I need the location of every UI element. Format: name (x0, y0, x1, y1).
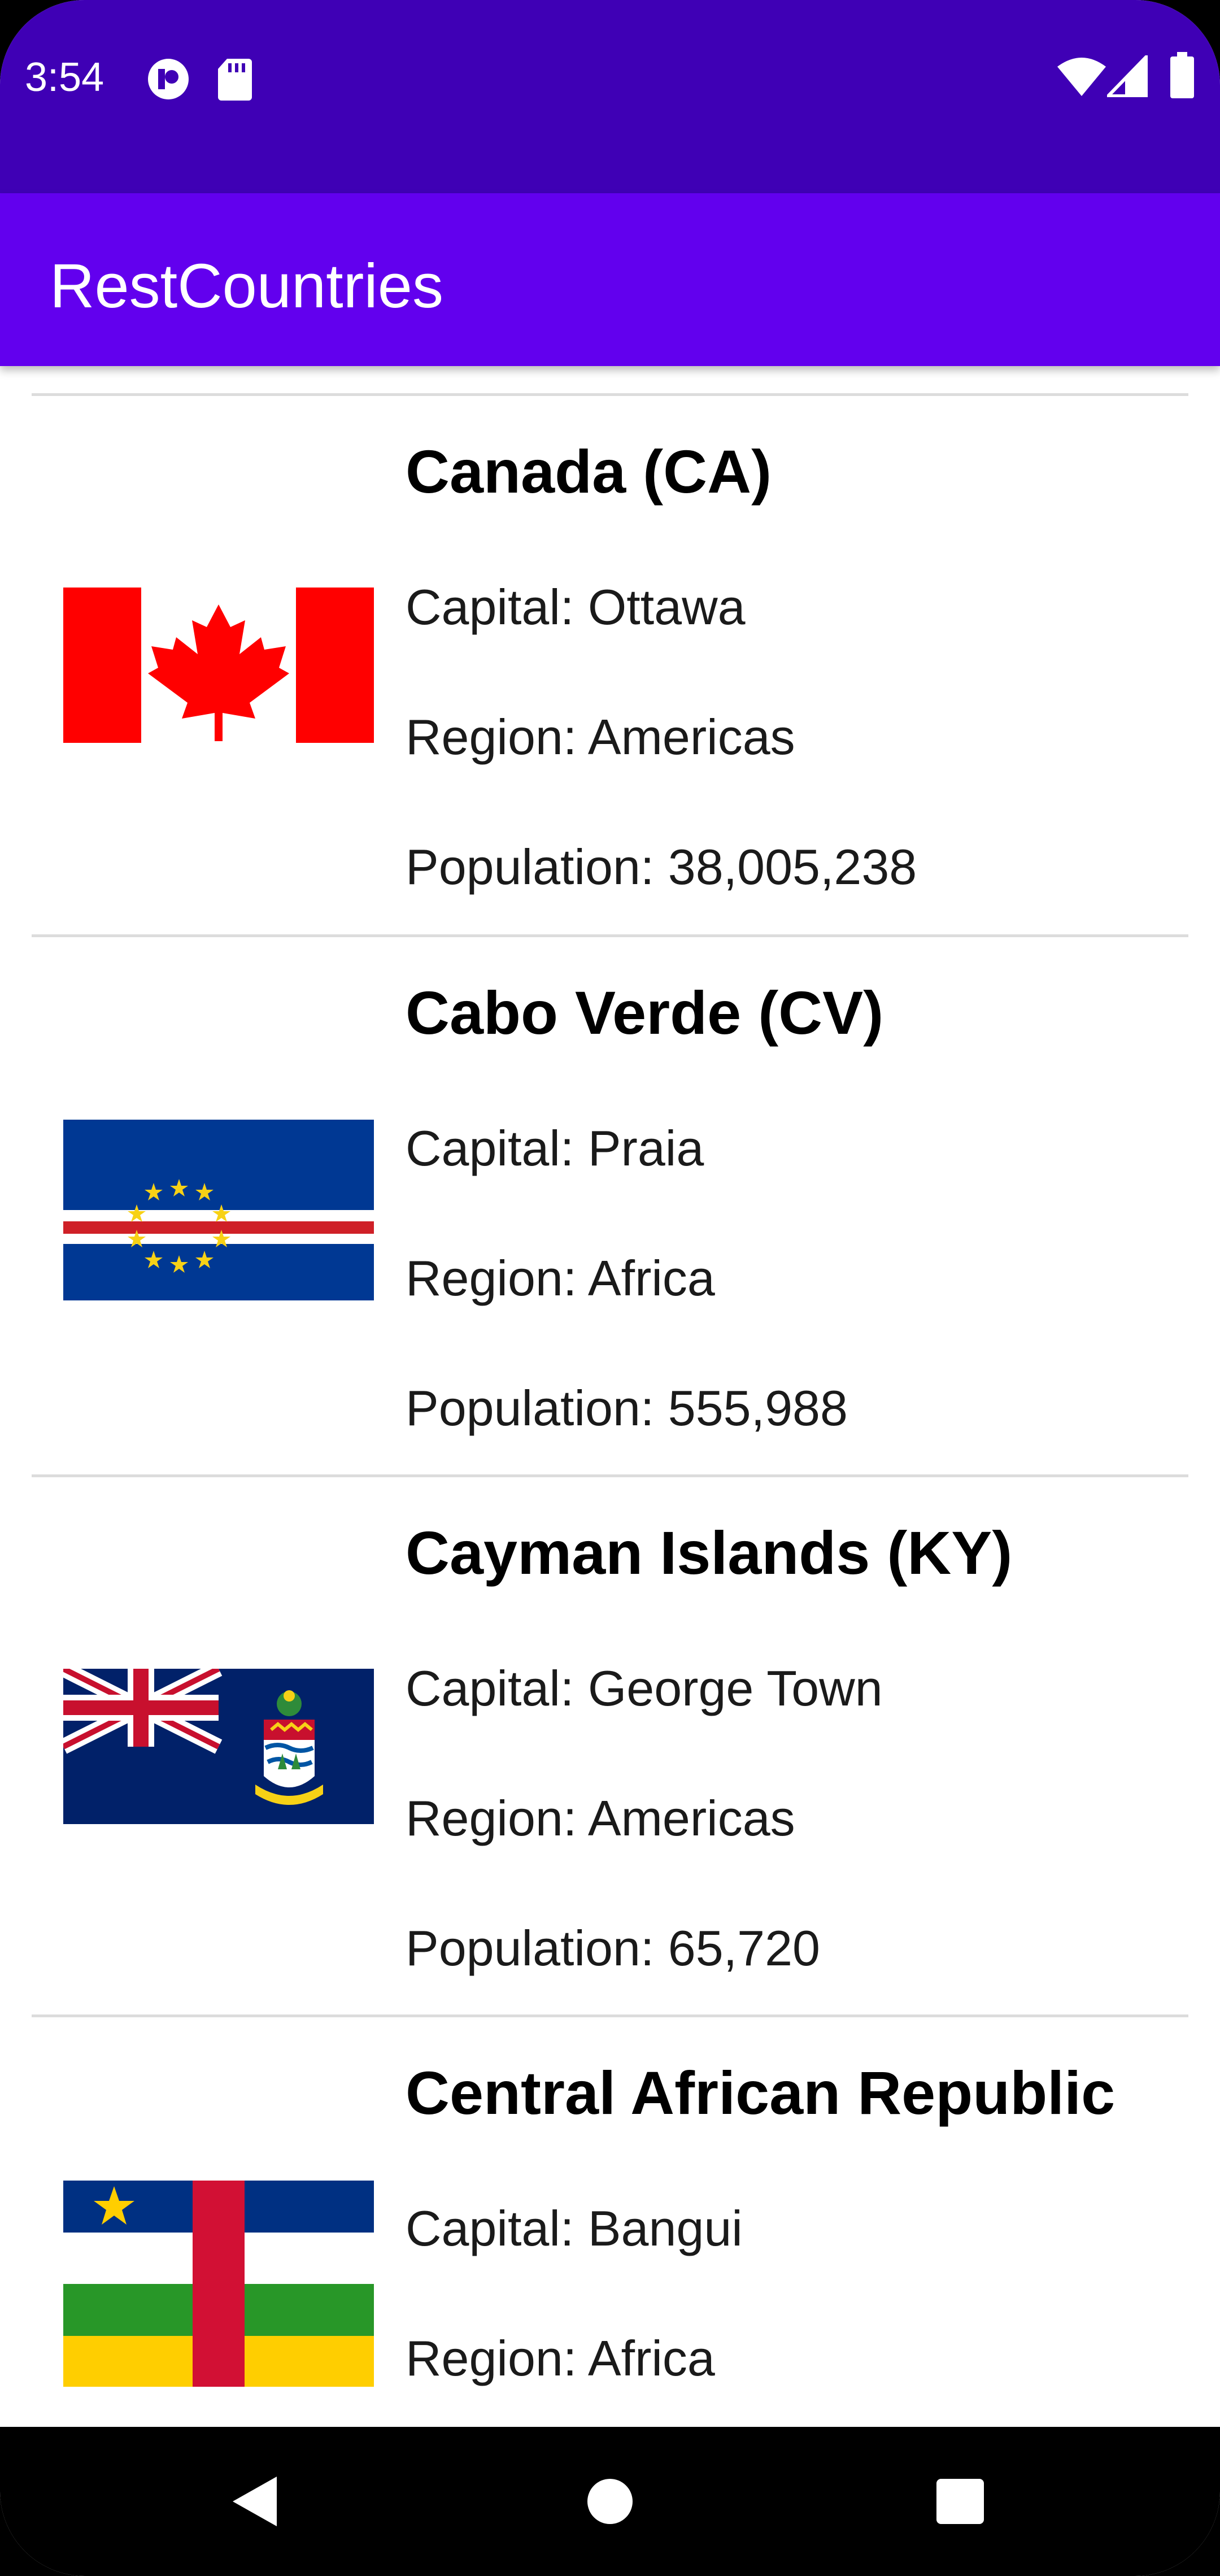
country-name: Central African Republic (406, 2059, 1116, 2127)
country-item-cayman-islands[interactable]: Cayman Islands (KY) Capital: George Town… (0, 1477, 1220, 2016)
country-item-canada[interactable]: Canada (CA) Capital: Ottawa Region: Amer… (0, 395, 1220, 935)
region-value: Americas (587, 1790, 795, 1846)
country-capital: Capital: Praia (406, 1117, 704, 1180)
canada-flag (63, 588, 374, 743)
region-value: Africa (587, 1250, 715, 1306)
country-region: Region: Africa (406, 1247, 715, 1309)
capital-label: Capital: (406, 1660, 588, 1716)
country-item-central-african-republic[interactable]: Central African Republic Capital: Bangui… (0, 2017, 1220, 2427)
country-population: Population: 65,720 (406, 1917, 820, 1979)
country-name: Cayman Islands (KY) (406, 1518, 1013, 1587)
country-region: Region: Americas (406, 706, 795, 768)
capital-value: Praia (587, 1120, 704, 1176)
region-value: Africa (587, 2330, 715, 2386)
country-name: Canada (CA) (406, 437, 772, 506)
wifi-icon (1056, 56, 1107, 100)
capital-label: Capital: (406, 2200, 588, 2256)
region-label: Region: (406, 2330, 588, 2386)
capital-label: Capital: (406, 1120, 588, 1176)
country-name: Cabo Verde (CV) (406, 978, 884, 1047)
population-value: 555,988 (668, 1380, 848, 1436)
population-label: Population: (406, 1920, 668, 1976)
population-label: Population: (406, 1380, 668, 1436)
app-bar: RestCountries (0, 193, 1220, 366)
population-value: 65,720 (668, 1920, 820, 1976)
region-value: Americas (587, 709, 795, 765)
cabo-verde-flag (63, 1120, 374, 1300)
region-label: Region: (406, 1790, 588, 1846)
capital-value: Bangui (587, 2200, 743, 2256)
country-region: Region: Africa (406, 2327, 715, 2390)
capital-value: Ottawa (587, 579, 746, 635)
country-item-cabo-verde[interactable]: Cabo Verde (CV) Capital: Praia Region: A… (0, 937, 1220, 1476)
phone-screen: 3:54 RestCountries Canada (CA) Capital: … (0, 0, 1220, 2576)
country-population: Population: 555,988 (406, 1377, 848, 1439)
region-label: Region: (406, 709, 588, 765)
population-label: Population: (406, 839, 668, 895)
status-time: 3:54 (25, 55, 104, 100)
country-capital: Capital: George Town (406, 1657, 883, 1720)
battery-icon (1169, 52, 1195, 101)
cell-signal-icon (1104, 52, 1148, 100)
population-value: 38,005,238 (668, 839, 917, 895)
sd-card-icon (217, 56, 253, 105)
capital-value: George Town (587, 1660, 883, 1716)
status-bar: 3:54 (0, 0, 1220, 193)
notification-app-icon (146, 56, 191, 105)
central-african-republic-flag (63, 2181, 374, 2387)
app-title: RestCountries (50, 251, 443, 321)
recents-icon[interactable] (875, 2427, 1045, 2576)
cayman-islands-flag (63, 1669, 374, 1824)
country-capital: Capital: Ottawa (406, 576, 746, 638)
capital-label: Capital: (406, 579, 588, 635)
country-list[interactable]: Canada (CA) Capital: Ottawa Region: Amer… (0, 366, 1220, 2427)
country-population: Population: 38,005,238 (406, 836, 917, 898)
navigation-bar (0, 2427, 1220, 2576)
country-capital: Capital: Bangui (406, 2198, 743, 2260)
country-region: Region: Americas (406, 1787, 795, 1850)
region-label: Region: (406, 1250, 588, 1306)
home-icon[interactable] (525, 2427, 695, 2576)
back-icon[interactable] (169, 2427, 339, 2576)
